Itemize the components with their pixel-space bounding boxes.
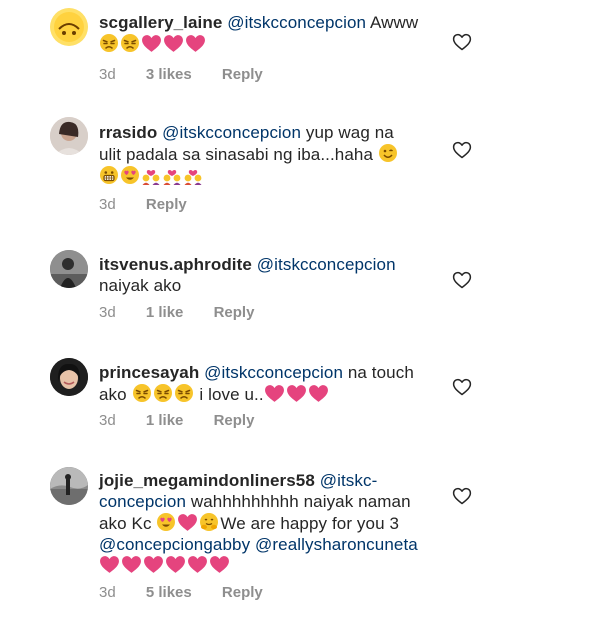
mention-link[interactable]: concepcion bbox=[99, 492, 186, 511]
avatar[interactable] bbox=[50, 250, 88, 288]
comment-meta: 3d 1 like Reply bbox=[99, 304, 280, 321]
comment-body: ako Kc bbox=[99, 514, 157, 533]
avatar[interactable] bbox=[50, 358, 88, 396]
comment-body: ulit padala sa sinasabi ng iba...haha bbox=[99, 145, 374, 164]
pink-heart-icon bbox=[187, 555, 208, 574]
heart-outline-icon[interactable] bbox=[452, 271, 472, 289]
comment-body: naiyak ako bbox=[99, 276, 182, 295]
comment-text: scgallery_laine @itskcconcepcion Awww bbox=[99, 12, 439, 55]
profile-photo-icon bbox=[50, 358, 88, 396]
username-link[interactable]: jojie_megamindonliners58 bbox=[99, 471, 315, 490]
heart-outline-icon[interactable] bbox=[452, 141, 472, 159]
pink-heart-icon bbox=[177, 513, 198, 532]
username-link[interactable]: scgallery_laine bbox=[99, 13, 222, 32]
hugging-face-icon bbox=[199, 512, 219, 532]
heart-outline-icon[interactable] bbox=[452, 33, 472, 51]
comment-age: 3d bbox=[99, 304, 116, 321]
comment-text: itsvenus.aphrodite @itskcconcepcion naiy… bbox=[99, 254, 439, 296]
pouting-face-icon bbox=[120, 33, 140, 53]
profile-photo-icon bbox=[50, 117, 88, 155]
pink-heart-icon bbox=[121, 555, 142, 574]
comment-age: 3d bbox=[99, 584, 116, 601]
mention-link[interactable]: @itskcconcepcion bbox=[162, 123, 301, 142]
comment-body: na touch bbox=[343, 363, 414, 382]
pouting-face-icon bbox=[99, 33, 119, 53]
comment-body: i love u.. bbox=[194, 385, 264, 404]
comment-text: rrasido @itskcconcepcion yup wag na ulit… bbox=[99, 122, 439, 187]
comment-text: jojie_megamindonliners58 @itskc- concepc… bbox=[99, 470, 439, 576]
reply-button[interactable]: Reply bbox=[222, 584, 263, 601]
gallery-logo-icon bbox=[50, 8, 88, 46]
heart-outline-icon[interactable] bbox=[452, 487, 472, 505]
pouting-face-icon bbox=[153, 383, 173, 403]
mention-link[interactable]: @reallysharoncuneta bbox=[255, 535, 418, 554]
comment-body: yup wag na bbox=[301, 123, 394, 142]
likes-count[interactable]: 1 like bbox=[146, 412, 184, 429]
comment-meta: 3d 3 likes Reply bbox=[99, 66, 289, 83]
mention-link[interactable]: @itskcconcepcion bbox=[227, 13, 366, 32]
username-link[interactable]: princesayah bbox=[99, 363, 199, 382]
pouting-face-icon bbox=[132, 383, 152, 403]
reply-button[interactable]: Reply bbox=[146, 196, 187, 213]
pink-heart-icon bbox=[209, 555, 230, 574]
mention-link[interactable]: @itskcconcepcion bbox=[204, 363, 343, 382]
pink-heart-icon bbox=[141, 34, 162, 53]
pink-heart-icon bbox=[185, 34, 206, 53]
avatar[interactable] bbox=[50, 467, 88, 505]
pink-heart-icon bbox=[264, 384, 285, 403]
pink-heart-icon bbox=[143, 555, 164, 574]
pink-heart-icon bbox=[308, 384, 329, 403]
username-link[interactable]: rrasido bbox=[99, 123, 157, 142]
heart-eyes-face-icon bbox=[120, 165, 140, 185]
comment-meta: 3d 1 like Reply bbox=[99, 412, 280, 429]
likes-count[interactable]: 1 like bbox=[146, 304, 184, 321]
couple-with-heart-icon bbox=[141, 165, 161, 185]
comment-body: wahhhhhhhhh naiyak naman bbox=[186, 492, 411, 511]
pouting-face-icon bbox=[174, 383, 194, 403]
reply-button[interactable]: Reply bbox=[214, 412, 255, 429]
comment-age: 3d bbox=[99, 196, 116, 213]
winking-face-icon bbox=[378, 143, 398, 163]
comment-meta: 3d Reply bbox=[99, 196, 213, 213]
reply-button[interactable]: Reply bbox=[214, 304, 255, 321]
heart-eyes-face-icon bbox=[156, 512, 176, 532]
couple-with-heart-icon bbox=[183, 165, 203, 185]
grinning-face-icon bbox=[99, 165, 119, 185]
username-link[interactable]: itsvenus.aphrodite bbox=[99, 255, 252, 274]
pink-heart-icon bbox=[165, 555, 186, 574]
comment-body: ako bbox=[99, 385, 132, 404]
likes-count[interactable]: 5 likes bbox=[146, 584, 192, 601]
likes-count[interactable]: 3 likes bbox=[146, 66, 192, 83]
pink-heart-icon bbox=[99, 555, 120, 574]
comment-text: princesayah @itskcconcepcion na touch ak… bbox=[99, 362, 439, 405]
comment-meta: 3d 5 likes Reply bbox=[99, 584, 289, 601]
avatar[interactable] bbox=[50, 8, 88, 46]
mention-link[interactable]: @itskc- bbox=[320, 471, 378, 490]
comment-body: We are happy for you 3 bbox=[220, 514, 400, 533]
heart-outline-icon[interactable] bbox=[452, 378, 472, 396]
mention-link[interactable]: @concepciongabby bbox=[99, 535, 250, 554]
couple-with-heart-icon bbox=[162, 165, 182, 185]
profile-photo-icon bbox=[50, 250, 88, 288]
reply-button[interactable]: Reply bbox=[222, 66, 263, 83]
comment-age: 3d bbox=[99, 412, 116, 429]
pink-heart-icon bbox=[286, 384, 307, 403]
profile-photo-icon bbox=[50, 467, 88, 505]
mention-link[interactable]: @itskcconcepcion bbox=[257, 255, 396, 274]
avatar[interactable] bbox=[50, 117, 88, 155]
comment-age: 3d bbox=[99, 66, 116, 83]
comment-body: Awww bbox=[366, 13, 419, 32]
pink-heart-icon bbox=[163, 34, 184, 53]
